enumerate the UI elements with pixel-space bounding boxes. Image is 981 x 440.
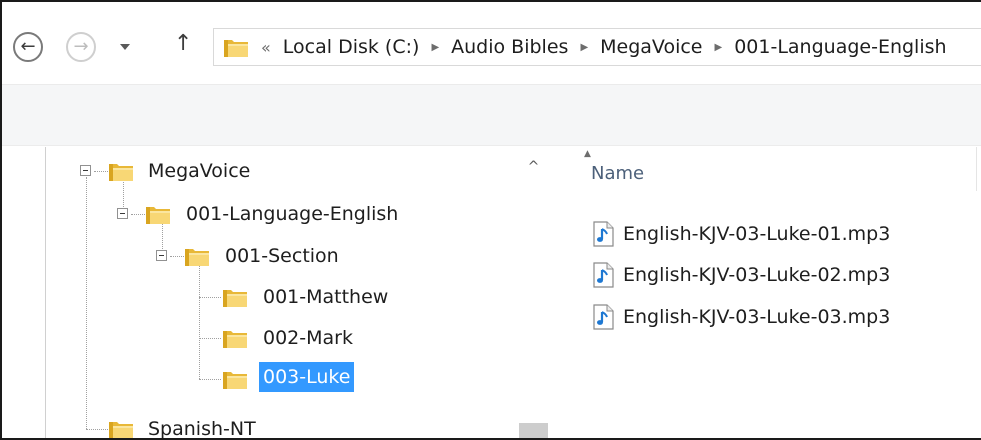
- explorer-window: ← → ↑ « Local Disk (C:) ▶ Audio Bibles ▶…: [0, 0, 981, 440]
- scrollbar-thumb[interactable]: [519, 423, 548, 438]
- tree-connector: [199, 338, 221, 339]
- tree-connector: [199, 297, 221, 298]
- navigation-bar: ← → ↑ « Local Disk (C:) ▶ Audio Bibles ▶…: [2, 2, 981, 84]
- tree-collapse-toggle[interactable]: [117, 208, 128, 219]
- toolbar: [2, 84, 981, 146]
- tree-item-luke[interactable]: 003-Luke: [259, 362, 355, 392]
- folder-icon: [222, 326, 248, 350]
- address-bar[interactable]: « Local Disk (C:) ▶ Audio Bibles ▶ MegaV…: [213, 28, 981, 66]
- tree-item-megavoice[interactable]: MegaVoice: [144, 156, 254, 186]
- forward-arrow-icon: →: [73, 36, 89, 57]
- folder-icon: [108, 417, 134, 440]
- address-overflow-button[interactable]: «: [261, 38, 271, 57]
- breadcrumb-megavoice[interactable]: MegaVoice: [600, 36, 702, 58]
- folder-icon: [223, 35, 249, 59]
- file-name: English-KJV-03-Luke-02.mp3: [623, 264, 891, 286]
- chevron-down-icon: [120, 44, 130, 50]
- folder-icon: [222, 367, 248, 391]
- back-button[interactable]: ←: [13, 32, 43, 62]
- tree-connector: [199, 261, 200, 379]
- tree-guide-line: [45, 147, 46, 438]
- tree-collapse-toggle[interactable]: [80, 165, 91, 176]
- audio-file-icon: [592, 304, 614, 330]
- folder-icon: [108, 159, 134, 183]
- up-button[interactable]: ↑: [174, 33, 192, 55]
- breadcrumb-audio-bibles[interactable]: Audio Bibles: [451, 36, 568, 58]
- file-name: English-KJV-03-Luke-01.mp3: [623, 223, 891, 245]
- navigation-pane: MegaVoice 001-Language-English 001-Secti…: [2, 147, 548, 440]
- audio-file-icon: [592, 262, 614, 288]
- file-row[interactable]: English-KJV-03-Luke-03.mp3: [592, 302, 890, 332]
- sort-ascending-icon: ▲: [584, 149, 591, 159]
- up-arrow-icon: ↑: [174, 31, 193, 56]
- tree-connector: [131, 214, 145, 215]
- breadcrumb-local-disk[interactable]: Local Disk (C:): [283, 36, 420, 58]
- tree-item-spanish-nt[interactable]: Spanish-NT: [144, 414, 260, 438]
- file-list-pane: ▲ Name English-KJV-03-Luke-01.mp3 Englis…: [548, 147, 981, 438]
- breadcrumb-language-english[interactable]: 001-Language-English: [734, 36, 946, 58]
- tree-collapse-toggle[interactable]: [156, 250, 167, 261]
- forward-button[interactable]: →: [66, 32, 96, 62]
- audio-file-icon: [592, 221, 614, 247]
- scroll-up-icon[interactable]: ^: [519, 159, 548, 175]
- breadcrumb-separator-icon[interactable]: ▶: [715, 42, 723, 53]
- tree-connector: [86, 177, 87, 429]
- tree-item-matthew[interactable]: 001-Matthew: [259, 282, 392, 312]
- column-divider[interactable]: [976, 147, 977, 191]
- folder-icon: [145, 202, 171, 226]
- folder-icon: [222, 285, 248, 309]
- tree-item-section[interactable]: 001-Section: [221, 241, 343, 271]
- back-arrow-icon: ←: [20, 36, 36, 57]
- tree-item-language-english[interactable]: 001-Language-English: [182, 199, 402, 229]
- file-row[interactable]: English-KJV-03-Luke-01.mp3: [592, 219, 890, 249]
- tree-connector: [86, 429, 108, 430]
- breadcrumb-separator-icon[interactable]: ▶: [431, 42, 439, 53]
- navigation-scrollbar[interactable]: ^: [519, 147, 548, 438]
- folder-icon: [184, 244, 210, 268]
- tree-connector: [170, 256, 184, 257]
- tree-item-mark[interactable]: 002-Mark: [259, 323, 357, 353]
- file-row[interactable]: English-KJV-03-Luke-02.mp3: [592, 260, 890, 290]
- breadcrumb-separator-icon[interactable]: ▶: [580, 42, 588, 53]
- tree-connector: [199, 379, 221, 380]
- tree-connector: [94, 171, 108, 172]
- column-header-name[interactable]: Name: [591, 163, 644, 184]
- file-name: English-KJV-03-Luke-03.mp3: [623, 306, 891, 328]
- recent-locations-dropdown[interactable]: [118, 39, 132, 53]
